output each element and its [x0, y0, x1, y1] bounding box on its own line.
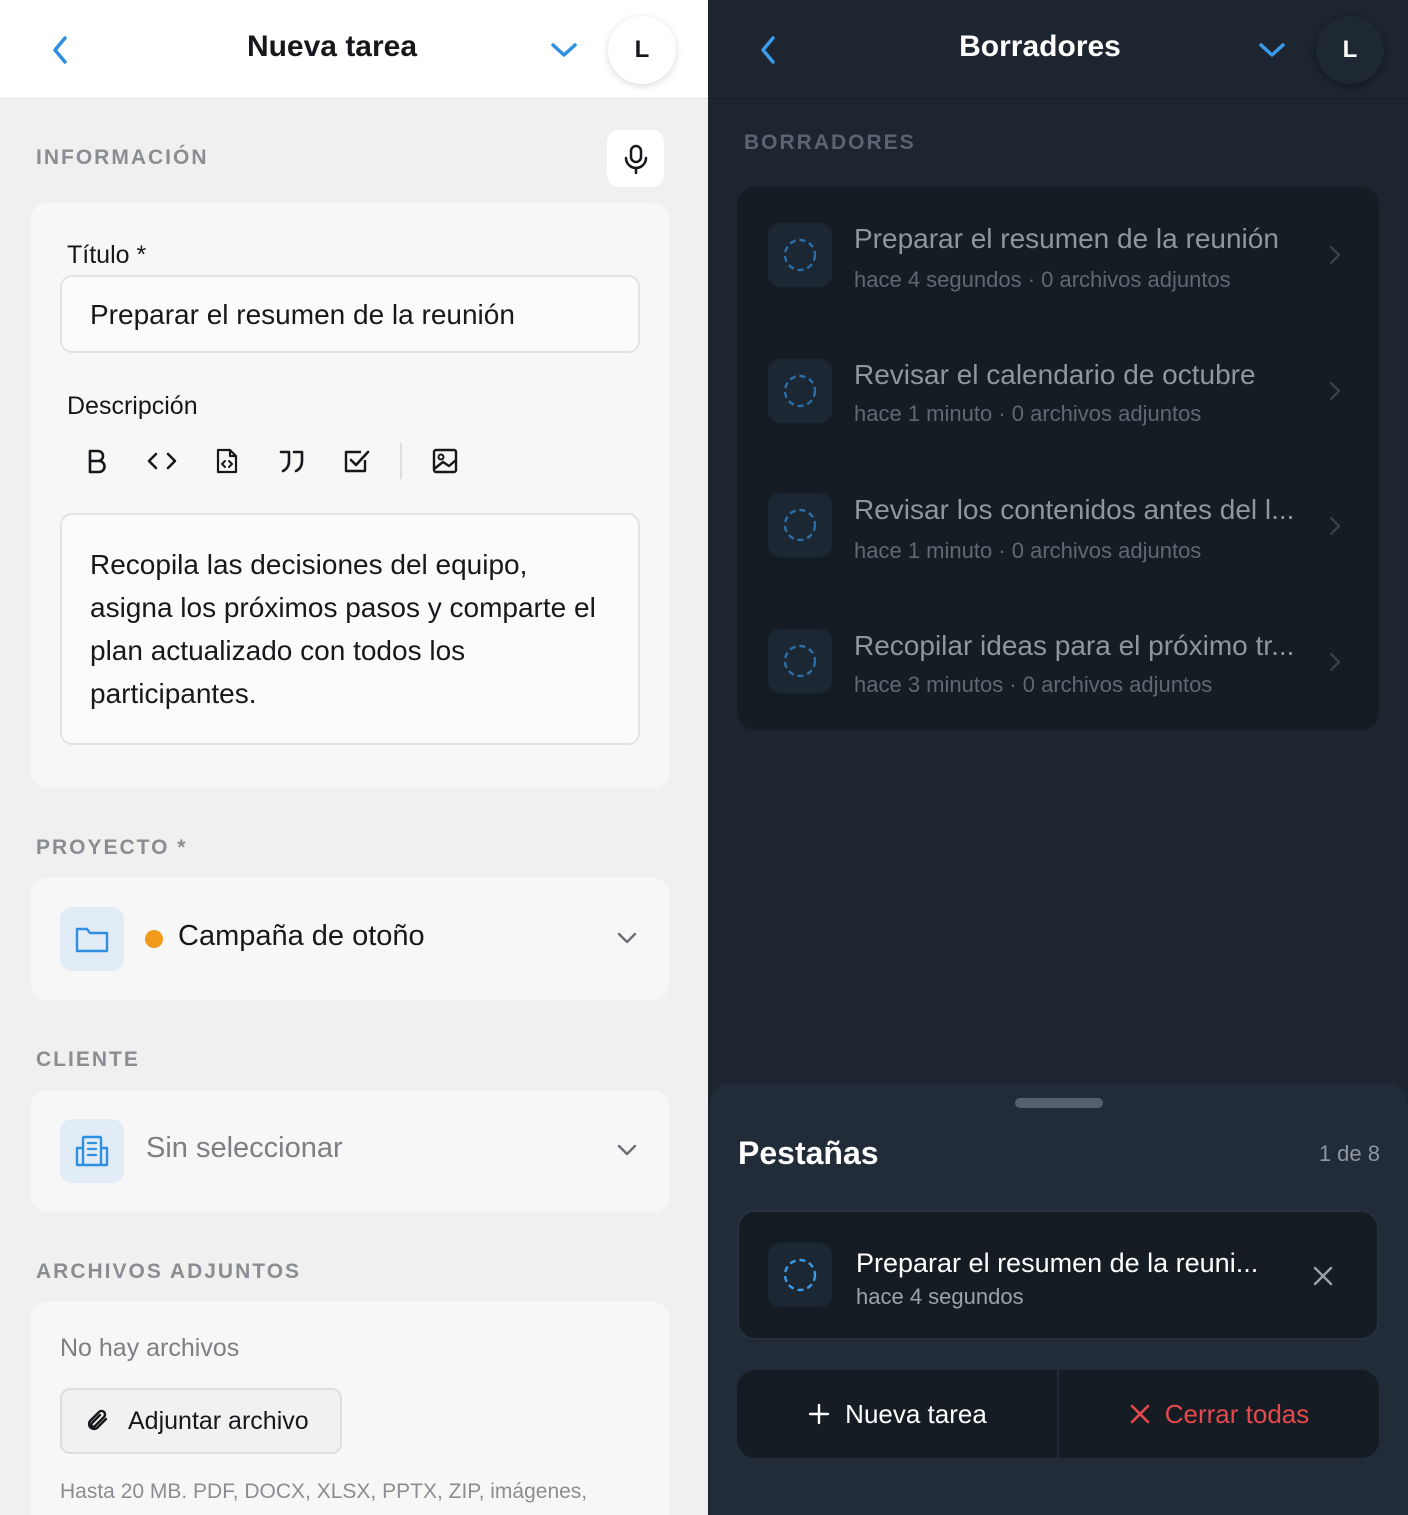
formatting-toolbar [75, 439, 488, 483]
close-icon [1313, 1266, 1333, 1286]
chevron-right-icon [1323, 379, 1347, 403]
code-file-icon [216, 448, 238, 474]
chevron-down-icon [617, 932, 637, 944]
draft-icon-tile [768, 223, 832, 287]
close-all-button[interactable]: Cerrar todas [1059, 1370, 1379, 1458]
attach-file-button[interactable]: Adjuntar archivo [60, 1388, 342, 1454]
draft-item[interactable]: Preparar el resumen de la reunión hace 4… [737, 187, 1379, 321]
project-icon-tile [60, 907, 124, 971]
insert-image-button[interactable] [423, 439, 467, 483]
draft-meta: hace 3 minutos · 0 archivos adjuntos [854, 672, 1213, 697]
draft-title: Recopilar ideas para el próximo tr... [854, 630, 1295, 661]
draft-item[interactable]: Revisar los contenidos antes del l... ha… [737, 458, 1379, 592]
checkbox-icon [344, 450, 370, 473]
dictation-button[interactable] [607, 130, 664, 187]
new-task-button[interactable]: Nueva tarea [737, 1370, 1057, 1458]
sheet-actions: Nueva tarea Cerrar todas [737, 1370, 1379, 1458]
bold-icon [88, 449, 106, 474]
client-select[interactable]: Sin seleccionar [31, 1090, 669, 1212]
paperclip-icon [87, 1409, 108, 1431]
client-dropdown-chevron[interactable] [609, 1132, 645, 1168]
chevron-right-icon [1323, 514, 1347, 538]
quote-button[interactable] [270, 439, 314, 483]
section-label-attachments: ARCHIVOS ADJUNTOS [36, 1260, 302, 1283]
avatar[interactable]: L [608, 16, 676, 84]
image-icon [432, 448, 458, 474]
drafts-pane: Borradores L BORRADORES Preparar el resu… [708, 0, 1408, 1515]
project-color-dot [145, 930, 163, 948]
avatar[interactable]: L [1316, 16, 1384, 84]
no-files-text: No hay archivos [60, 1334, 240, 1362]
description-editor[interactable]: Recopila las decisiones del equipo, asig… [60, 513, 640, 745]
section-label-client: CLIENTE [36, 1048, 140, 1071]
close-tab-button[interactable] [1305, 1258, 1341, 1294]
close-icon [1130, 1404, 1150, 1424]
client-icon-tile [60, 1119, 124, 1183]
attach-file-label: Adjuntar archivo [128, 1406, 309, 1435]
building-icon [75, 1135, 109, 1167]
title-dropdown-button[interactable] [1252, 30, 1292, 70]
draft-meta: hace 4 segundos · 0 archivos adjuntos [854, 267, 1231, 292]
draft-icon-tile [768, 359, 832, 423]
microphone-icon [624, 144, 647, 174]
dashed-circle-icon [783, 374, 817, 408]
info-card: Título * Preparar el resumen de la reuni… [31, 203, 669, 788]
bold-button[interactable] [75, 439, 119, 483]
toolbar-divider [400, 443, 402, 479]
title-field-label: Título * [67, 241, 147, 269]
title-dropdown-button[interactable] [544, 30, 584, 70]
tab-meta: hace 4 segundos [856, 1284, 1024, 1309]
tab-count: 1 de 8 [1318, 1141, 1380, 1166]
new-task-pane: Nueva tarea L INFORMACIÓN Título * Prepa… [0, 0, 708, 1515]
sheet-title: Pestañas [738, 1135, 879, 1171]
project-selected-value: Campaña de otoño [178, 920, 425, 952]
open-tab-item[interactable]: Preparar el resumen de la reuni... hace … [737, 1210, 1379, 1340]
drafts-header: Borradores L [708, 0, 1408, 99]
new-task-header: Nueva tarea L [0, 0, 708, 99]
close-all-label: Cerrar todas [1164, 1398, 1310, 1429]
draft-title: Revisar los contenidos antes del l... [854, 494, 1295, 525]
tab-title: Preparar el resumen de la reuni... [856, 1248, 1259, 1278]
sheet-drag-handle[interactable] [1015, 1098, 1103, 1108]
draft-item[interactable]: Revisar el calendario de octubre hace 1 … [737, 324, 1379, 458]
draft-icon-tile [768, 629, 832, 693]
chevron-down-icon [1259, 43, 1285, 57]
draft-icon-tile [768, 493, 832, 557]
title-input[interactable]: Preparar el resumen de la reunión [60, 275, 640, 353]
chevron-down-icon [551, 43, 577, 57]
plus-icon [808, 1403, 830, 1425]
checklist-button[interactable] [335, 439, 379, 483]
project-select[interactable]: Campaña de otoño [31, 878, 669, 1000]
code-icon [147, 452, 177, 470]
draft-item[interactable]: Recopilar ideas para el próximo tr... ha… [737, 594, 1379, 728]
draft-meta: hace 1 minuto · 0 archivos adjuntos [854, 538, 1202, 563]
description-field-label: Descripción [67, 392, 198, 420]
tab-icon-tile [768, 1243, 832, 1307]
new-task-label: Nueva tarea [845, 1398, 987, 1429]
chevron-down-icon [617, 1144, 637, 1156]
folder-icon [75, 927, 109, 953]
draft-title: Preparar el resumen de la reunión [854, 223, 1279, 254]
quote-icon [279, 450, 304, 473]
dashed-circle-icon [783, 1258, 817, 1292]
chevron-right-icon [1323, 243, 1347, 267]
draft-title: Revisar el calendario de octubre [854, 359, 1256, 390]
inline-code-button[interactable] [140, 439, 184, 483]
dashed-circle-icon [783, 644, 817, 678]
section-label-info: INFORMACIÓN [36, 146, 209, 169]
section-label-project: PROYECTO * [36, 836, 188, 859]
tabs-bottom-sheet: Pestañas 1 de 8 Preparar el resumen de l… [710, 1083, 1408, 1515]
dashed-circle-icon [783, 508, 817, 542]
section-label-drafts: BORRADORES [744, 131, 916, 154]
attachments-hint: Hasta 20 MB. PDF, DOCX, XLSX, PPTX, ZIP,… [60, 1480, 588, 1503]
dashed-circle-icon [783, 238, 817, 272]
code-block-button[interactable] [205, 439, 249, 483]
project-dropdown-chevron[interactable] [609, 920, 645, 956]
drafts-list: Preparar el resumen de la reunión hace 4… [737, 187, 1379, 730]
chevron-right-icon [1323, 650, 1347, 674]
draft-meta: hace 1 minuto · 0 archivos adjuntos [854, 401, 1202, 426]
client-placeholder: Sin seleccionar [146, 1132, 343, 1164]
